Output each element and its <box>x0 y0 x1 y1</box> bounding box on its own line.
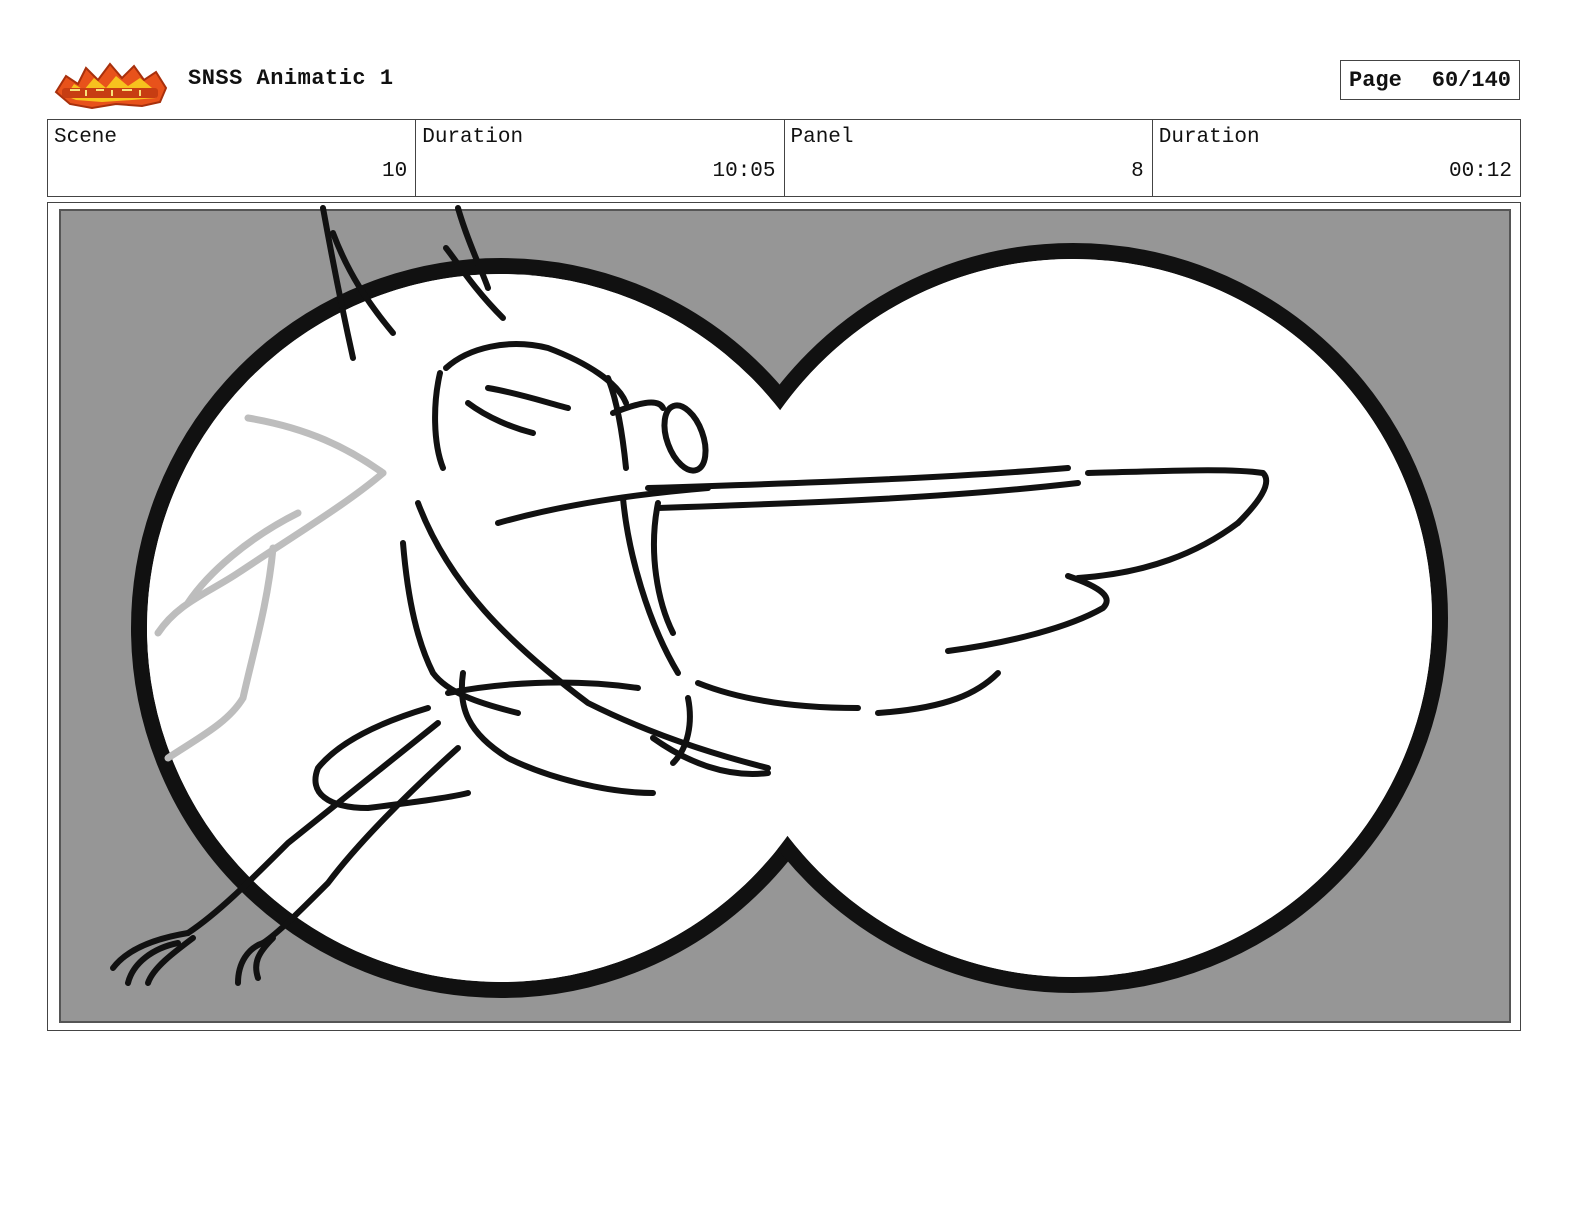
scene-duration-cell: Duration 10:05 <box>416 120 785 196</box>
panel-duration-value: 00:12 <box>1448 160 1512 183</box>
panel-sketch <box>48 203 1520 1030</box>
storyboard-panel <box>47 202 1521 1031</box>
scene-duration-value: 10:05 <box>712 160 776 183</box>
panel-value: 8 <box>1131 160 1144 183</box>
scene-label: Scene <box>54 126 118 149</box>
panel-duration-cell: Duration 00:12 <box>1153 120 1520 196</box>
panel-cell: Panel 8 <box>785 120 1153 196</box>
page-label: Page <box>1349 67 1402 93</box>
scene-duration-label: Duration <box>422 126 524 149</box>
document-title: SNSS Animatic 1 <box>188 66 394 91</box>
panel-duration-label: Duration <box>1158 126 1260 149</box>
scene-cell: Scene 10 <box>48 120 417 196</box>
shot-info-table: Scene 10 Duration 10:05 Panel 8 Duration… <box>47 119 1521 197</box>
page-number: 60/140 <box>1431 67 1511 93</box>
page-indicator: Page 60/140 <box>1340 60 1520 100</box>
panel-label: Panel <box>790 126 854 149</box>
show-logo-icon <box>54 62 168 110</box>
scene-value: 10 <box>382 160 408 183</box>
